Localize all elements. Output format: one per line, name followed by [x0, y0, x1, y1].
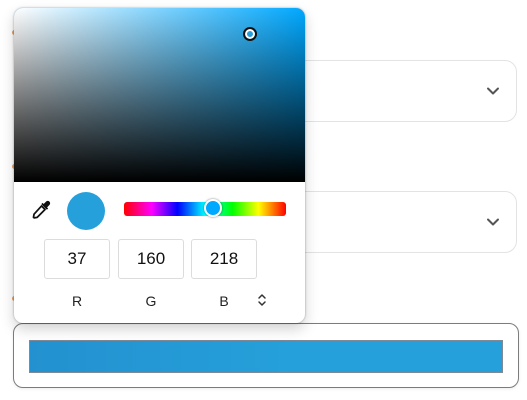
- green-channel-label: G: [145, 293, 157, 309]
- color-swatch-bar[interactable]: [29, 340, 503, 373]
- blue-channel-input[interactable]: 218: [191, 239, 257, 279]
- color-picker-popover: 37 160 218 R G B: [14, 8, 305, 323]
- color-preview-swatch: [67, 192, 105, 230]
- red-channel-label: R: [71, 293, 83, 309]
- blue-channel-label: B: [219, 293, 229, 309]
- color-input-field[interactable]: [13, 323, 519, 388]
- eyedropper-icon[interactable]: [30, 199, 52, 221]
- hue-slider[interactable]: [124, 199, 286, 217]
- chevron-up-down-icon[interactable]: [256, 292, 268, 308]
- green-channel-input[interactable]: 160: [118, 239, 184, 279]
- hue-slider-thumb[interactable]: [204, 199, 223, 217]
- saturation-brightness-area[interactable]: [14, 8, 305, 182]
- saturation-pointer[interactable]: [243, 27, 257, 41]
- chevron-down-icon: [487, 218, 499, 226]
- chevron-down-icon: [487, 87, 499, 95]
- red-channel-input[interactable]: 37: [44, 239, 110, 279]
